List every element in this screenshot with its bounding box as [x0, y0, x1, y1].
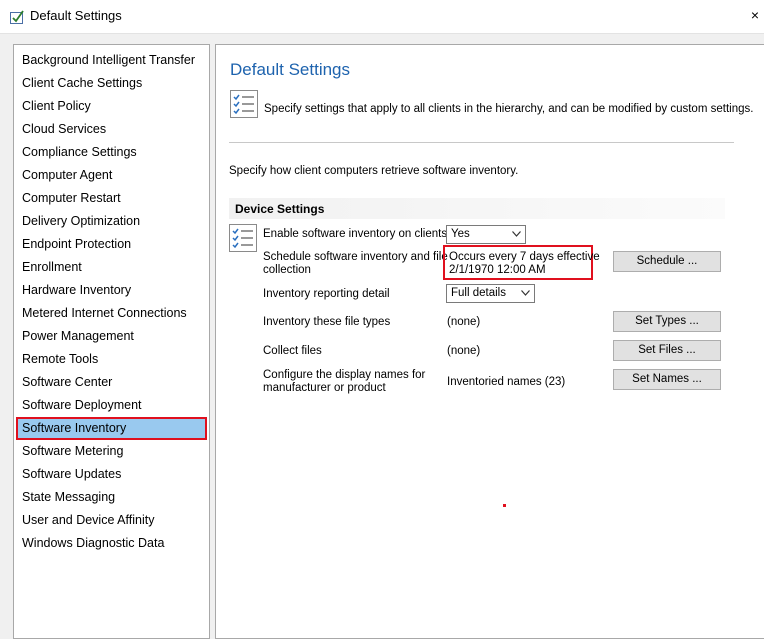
chevron-down-icon	[512, 231, 521, 237]
sidebar-item-software-updates[interactable]: Software Updates	[17, 464, 206, 485]
schedule-value: Occurs every 7 days effective 2/1/1970 1…	[449, 251, 600, 276]
title-bar: Default Settings ×	[0, 0, 764, 34]
sidebar-item-client-cache-settings[interactable]: Client Cache Settings	[17, 73, 206, 94]
section-title: Device Settings	[235, 202, 325, 216]
checklist-icon	[230, 90, 258, 118]
schedule-value-highlight: Occurs every 7 days effective 2/1/1970 1…	[443, 245, 600, 280]
settings-category-list: Background Intelligent Transfer Client C…	[13, 44, 210, 639]
sidebar-item-computer-restart[interactable]: Computer Restart	[17, 188, 206, 209]
enable-inventory-label: Enable software inventory on clients	[263, 228, 448, 240]
sidebar-item-user-and-device-affinity[interactable]: User and Device Affinity	[17, 510, 206, 531]
enable-inventory-value: Yes	[451, 228, 470, 240]
sidebar-item-windows-diagnostic-data[interactable]: Windows Diagnostic Data	[17, 533, 206, 554]
reporting-detail-label: Inventory reporting detail	[263, 288, 390, 300]
sidebar-item-software-center[interactable]: Software Center	[17, 372, 206, 393]
file-types-label: Inventory these file types	[263, 316, 391, 328]
header-description: Specify settings that apply to all clien…	[264, 103, 754, 115]
sidebar-item-client-policy[interactable]: Client Policy	[17, 96, 206, 117]
file-types-value: (none)	[447, 316, 481, 328]
set-names-button[interactable]: Set Names ...	[613, 369, 721, 390]
collect-files-value: (none)	[447, 345, 481, 357]
checklist-icon	[229, 224, 257, 252]
red-marker	[503, 504, 506, 507]
reporting-detail-value: Full details	[451, 287, 506, 299]
display-names-value: Inventoried names (23)	[447, 376, 566, 388]
set-files-button[interactable]: Set Files ...	[613, 340, 721, 361]
sidebar-item-enrollment[interactable]: Enrollment	[17, 257, 206, 278]
divider	[229, 142, 734, 143]
sidebar-item-metered-internet-connections[interactable]: Metered Internet Connections	[17, 303, 206, 324]
collect-files-label: Collect files	[263, 345, 322, 357]
sidebar-item-software-metering[interactable]: Software Metering	[17, 441, 206, 462]
sidebar-item-delivery-optimization[interactable]: Delivery Optimization	[17, 211, 206, 232]
display-names-label: Configure the display names for manufact…	[263, 369, 426, 394]
sidebar-item-endpoint-protection[interactable]: Endpoint Protection	[17, 234, 206, 255]
intro-text: Specify how client computers retrieve so…	[229, 165, 519, 177]
reporting-detail-dropdown[interactable]: Full details	[446, 284, 535, 303]
set-types-button[interactable]: Set Types ...	[613, 311, 721, 332]
chevron-down-icon	[521, 290, 530, 296]
sidebar-item-computer-agent[interactable]: Computer Agent	[17, 165, 206, 186]
sidebar-item-software-inventory[interactable]: Software Inventory	[16, 417, 207, 440]
sidebar-item-state-messaging[interactable]: State Messaging	[17, 487, 206, 508]
settings-check-icon	[10, 10, 24, 24]
enable-inventory-dropdown[interactable]: Yes	[446, 225, 526, 244]
sidebar-item-background-intelligent-transfer[interactable]: Background Intelligent Transfer	[17, 50, 206, 71]
sidebar-item-compliance-settings[interactable]: Compliance Settings	[17, 142, 206, 163]
sidebar-item-power-management[interactable]: Power Management	[17, 326, 206, 347]
section-header: Device Settings	[229, 198, 725, 219]
schedule-label: Schedule software inventory and file col…	[263, 251, 448, 276]
sidebar-item-cloud-services[interactable]: Cloud Services	[17, 119, 206, 140]
close-icon[interactable]: ×	[748, 7, 762, 23]
page-title: Default Settings	[230, 60, 351, 79]
schedule-button[interactable]: Schedule ...	[613, 251, 721, 272]
sidebar-item-software-deployment[interactable]: Software Deployment	[17, 395, 206, 416]
window-title: Default Settings	[30, 8, 122, 23]
sidebar-item-hardware-inventory[interactable]: Hardware Inventory	[17, 280, 206, 301]
sidebar-item-remote-tools[interactable]: Remote Tools	[17, 349, 206, 370]
settings-panel: Default Settings Specify settings that a…	[215, 44, 764, 639]
